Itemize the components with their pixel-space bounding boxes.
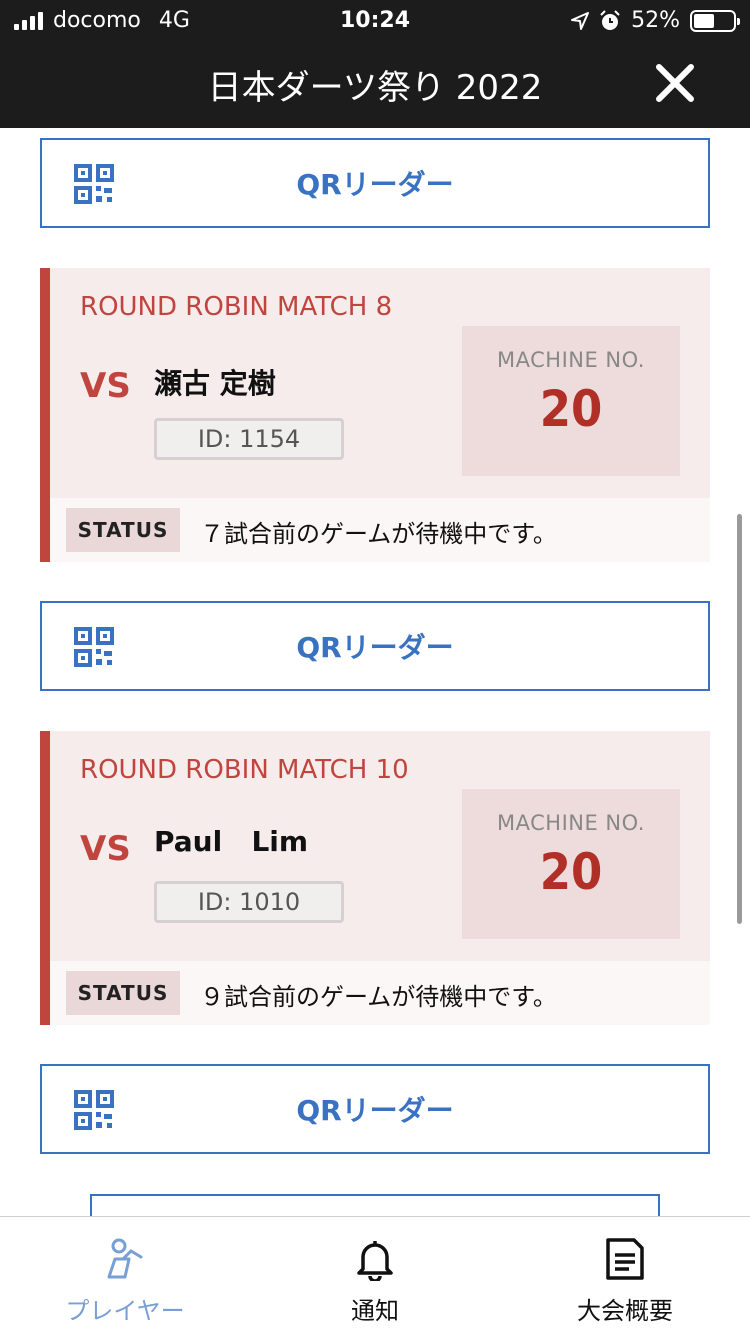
opponent-id: ID: 1010 bbox=[154, 881, 344, 923]
qr-code-icon bbox=[74, 1090, 114, 1130]
nav-player[interactable]: プレイヤー bbox=[0, 1217, 250, 1334]
machine-label: MACHINE NO. bbox=[497, 811, 645, 835]
alarm-icon bbox=[600, 9, 620, 30]
top-bar: docomo 4G 10:24 52% 日本ダーツ祭り 2022 bbox=[0, 0, 750, 128]
opponent-name: 瀬古 定樹 bbox=[154, 367, 276, 400]
machine-box: MACHINE NO. 20 bbox=[462, 326, 680, 476]
close-icon[interactable] bbox=[654, 62, 696, 104]
bell-icon bbox=[357, 1241, 393, 1281]
match-card[interactable]: ROUND ROBIN MATCH 10 VS Paul Lim ID: 101… bbox=[40, 731, 710, 1025]
content-area[interactable]: QRリーダー ROUND ROBIN MATCH 8 VS 瀬古 定樹 ID: … bbox=[0, 128, 750, 1216]
battery-percent: 52% bbox=[631, 8, 680, 33]
status-text: ７試合前のゲームが待機中です。 bbox=[200, 520, 557, 548]
scrollbar[interactable] bbox=[737, 514, 742, 924]
partial-card[interactable] bbox=[90, 1194, 660, 1216]
qr-reader-button[interactable]: QRリーダー bbox=[40, 138, 710, 228]
vs-label: VS bbox=[80, 829, 131, 869]
battery-icon bbox=[690, 9, 740, 32]
player-icon bbox=[107, 1238, 143, 1279]
qr-reader-button[interactable]: QRリーダー bbox=[40, 1064, 710, 1154]
status-text: ９試合前のゲームが待機中です。 bbox=[200, 983, 557, 1011]
qr-reader-label: QRリーダー bbox=[296, 168, 454, 201]
status-row: STATUS ７試合前のゲームが待機中です。 bbox=[50, 498, 710, 562]
nav-overview[interactable]: 大会概要 bbox=[500, 1217, 750, 1334]
qr-reader-label: QRリーダー bbox=[296, 631, 454, 664]
nav-notifications[interactable]: 通知 bbox=[250, 1217, 500, 1334]
status-row: STATUS ９試合前のゲームが待機中です。 bbox=[50, 961, 710, 1025]
status-tag: STATUS bbox=[66, 971, 180, 1015]
qr-reader-button[interactable]: QRリーダー bbox=[40, 601, 710, 691]
nav-label: 大会概要 bbox=[577, 1297, 673, 1325]
match-round: ROUND ROBIN MATCH 10 bbox=[80, 755, 409, 785]
nav-label: 通知 bbox=[351, 1297, 399, 1325]
match-card[interactable]: ROUND ROBIN MATCH 8 VS 瀬古 定樹 ID: 1154 MA… bbox=[40, 268, 710, 562]
machine-number: 20 bbox=[539, 380, 603, 438]
qr-code-icon bbox=[74, 164, 114, 204]
match-round: ROUND ROBIN MATCH 8 bbox=[80, 292, 393, 322]
status-tag: STATUS bbox=[66, 508, 180, 552]
machine-number: 20 bbox=[539, 843, 603, 901]
document-icon bbox=[606, 1238, 644, 1280]
machine-label: MACHINE NO. bbox=[497, 348, 645, 372]
opponent-name: Paul Lim bbox=[154, 825, 309, 858]
vs-label: VS bbox=[80, 366, 131, 406]
qr-reader-label: QRリーダー bbox=[296, 1094, 454, 1127]
nav-label: プレイヤー bbox=[65, 1297, 185, 1325]
opponent-id: ID: 1154 bbox=[154, 418, 344, 460]
page-title: 日本ダーツ祭り 2022 bbox=[207, 68, 543, 108]
location-icon bbox=[571, 11, 590, 30]
machine-box: MACHINE NO. 20 bbox=[462, 789, 680, 939]
qr-code-icon bbox=[74, 627, 114, 667]
bottom-navigation: プレイヤー 通知 大会概要 bbox=[0, 1216, 750, 1334]
status-bar: docomo 4G 10:24 52% bbox=[0, 0, 750, 40]
